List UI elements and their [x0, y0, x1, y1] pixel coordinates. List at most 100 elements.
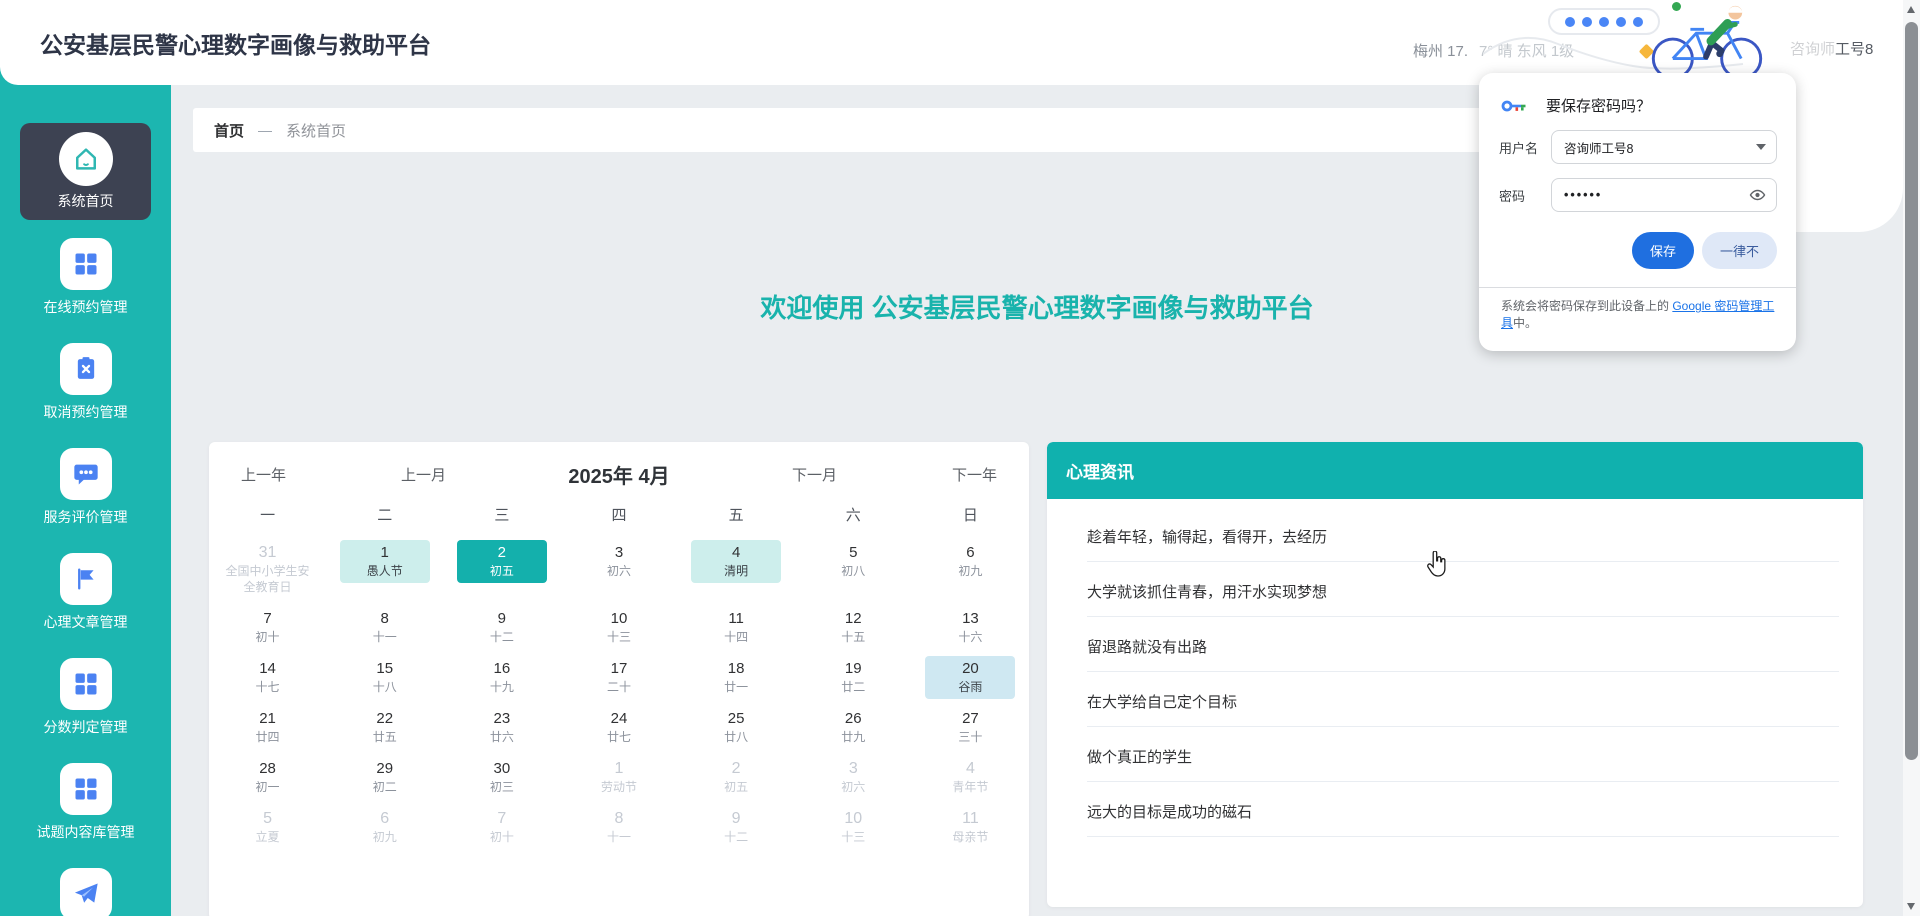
flag-icon [60, 553, 112, 605]
day-lunar-label: 初九 [340, 829, 430, 845]
news-item[interactable]: 趁着年轻，输得起，看得开，去经历 [1087, 507, 1839, 562]
calendar-day-cell[interactable]: 9十二 [678, 804, 795, 860]
username-select[interactable]: 咨询师工号8 [1551, 130, 1777, 164]
day-lunar-label: 廿二 [808, 679, 898, 695]
day-lunar-label: 廿九 [808, 729, 898, 745]
news-item[interactable]: 在大学给自己定个目标 [1087, 672, 1839, 727]
calendar-day-content: 3初六 [808, 756, 898, 799]
calendar-day-cell[interactable]: 6初九 [912, 538, 1029, 604]
day-number: 19 [808, 659, 898, 679]
grid-icon [60, 763, 112, 815]
day-number: 11 [925, 809, 1015, 829]
breadcrumb-home[interactable]: 首页 [214, 120, 244, 141]
calendar-day-cell[interactable]: 25廿八 [678, 704, 795, 754]
calendar-day-content: 17二十 [574, 656, 664, 699]
scrollbar-up-arrow[interactable] [1907, 6, 1915, 13]
calendar-day-cell[interactable]: 22廿五 [326, 704, 443, 754]
news-item[interactable]: 远大的目标是成功的磁石 [1087, 782, 1839, 837]
cyclist-illustration [1632, 0, 1782, 82]
news-item[interactable]: 留退路就没有出路 [1087, 617, 1839, 672]
calendar-day-cell[interactable]: 9十二 [443, 604, 560, 654]
eye-icon[interactable] [1749, 188, 1766, 202]
calendar-day-cell[interactable]: 3初六 [795, 754, 912, 804]
calendar-day-cell[interactable]: 10十三 [560, 604, 677, 654]
calendar-day-cell[interactable]: 4青年节 [912, 754, 1029, 804]
calendar-day-cell[interactable]: 17二十 [560, 654, 677, 704]
calendar-day-cell[interactable]: 3初六 [560, 538, 677, 604]
calendar-day-cell[interactable]: 2初五 [443, 538, 560, 604]
sidebar-item-取消预约管理[interactable]: 取消预约管理 [0, 343, 171, 422]
calendar-day-cell[interactable]: 7初十 [443, 804, 560, 860]
calendar-next-month-button[interactable]: 下一月 [792, 464, 837, 485]
calendar-next-year-button[interactable]: 下一年 [952, 464, 997, 485]
calendar-day-cell[interactable]: 29初二 [326, 754, 443, 804]
calendar-day-cell[interactable]: 13十六 [912, 604, 1029, 654]
sidebar-item-在线预约管理[interactable]: 在线预约管理 [0, 238, 171, 317]
calendar-day-content: 11十四 [691, 606, 781, 649]
calendar-day-content: 27三十 [925, 706, 1015, 749]
day-number: 30 [457, 759, 547, 779]
calendar-day-cell[interactable]: 8十一 [560, 804, 677, 860]
save-button[interactable]: 保存 [1632, 232, 1694, 269]
calendar-day-cell[interactable]: 18廿一 [678, 654, 795, 704]
calendar-day-cell[interactable]: 21廿四 [209, 704, 326, 754]
calendar-day-cell[interactable]: 28初一 [209, 754, 326, 804]
calendar-day-cell[interactable]: 30初三 [443, 754, 560, 804]
day-number: 26 [808, 709, 898, 729]
calendar-day-cell[interactable]: 15十八 [326, 654, 443, 704]
news-item[interactable]: 大学就该抓住青春，用汗水实现梦想 [1087, 562, 1839, 617]
calendar-day-cell[interactable]: 1愚人节 [326, 538, 443, 604]
calendar-day-cell[interactable]: 10十三 [795, 804, 912, 860]
weekday-label: 日 [912, 504, 1029, 538]
scrollbar-thumb[interactable] [1905, 22, 1918, 760]
current-user[interactable]: 咨询师工号8 [1790, 38, 1873, 59]
calendar-day-cell[interactable]: 27三十 [912, 704, 1029, 754]
day-lunar-label: 十四 [691, 629, 781, 645]
current-user-suffix: 工号8 [1835, 41, 1873, 58]
calendar-day-cell[interactable]: 14十七 [209, 654, 326, 704]
calendar-day-cell[interactable]: 19廿二 [795, 654, 912, 704]
day-lunar-label: 初十 [457, 829, 547, 845]
calendar-day-cell[interactable]: 2初五 [678, 754, 795, 804]
calendar-day-cell[interactable]: 6初九 [326, 804, 443, 860]
calendar-day-cell[interactable]: 11母亲节 [912, 804, 1029, 860]
calendar-day-cell[interactable]: 24廿七 [560, 704, 677, 754]
news-title: 心理资讯 [1066, 458, 1134, 483]
google-key-icon [1501, 98, 1528, 114]
sidebar-item-心理文章管理[interactable]: 心理文章管理 [0, 553, 171, 632]
calendar-day-cell[interactable]: 16十九 [443, 654, 560, 704]
sidebar-item-服务评价管理[interactable]: 服务评价管理 [0, 448, 171, 527]
calendar-day-content: 6初九 [340, 806, 430, 849]
calendar-day-cell[interactable]: 23廿六 [443, 704, 560, 754]
breadcrumb-separator: — [258, 122, 272, 138]
calendar-grid: 31全国中小学生安全教育日1愚人节2初五3初六4清明5初八6初九7初十8十一9十… [209, 538, 1029, 860]
calendar-day-cell[interactable]: 31全国中小学生安全教育日 [209, 538, 326, 604]
calendar-day-cell[interactable]: 4清明 [678, 538, 795, 604]
calendar-day-cell[interactable]: 11十四 [678, 604, 795, 654]
calendar-day-cell[interactable]: 12十五 [795, 604, 912, 654]
calendar-day-content: 9十二 [691, 806, 781, 849]
sidebar-item-试题内容库管理[interactable]: 试题内容库管理 [0, 763, 171, 842]
sidebar-item-系统首页[interactable]: 系统首页 [20, 123, 151, 220]
scrollbar-down-arrow[interactable] [1907, 903, 1915, 910]
calendar-day-cell[interactable]: 5初八 [795, 538, 912, 604]
never-button[interactable]: 一律不 [1702, 232, 1777, 269]
calendar-day-cell[interactable]: 7初十 [209, 604, 326, 654]
calendar-day-cell[interactable]: 26廿九 [795, 704, 912, 754]
calendar-day-content: 4青年节 [925, 756, 1015, 799]
calendar-day-cell[interactable]: 1劳动节 [560, 754, 677, 804]
sidebar-item-分数判定管理[interactable]: 分数判定管理 [0, 658, 171, 737]
sidebar-item-label: 服务评价管理 [0, 507, 171, 527]
day-number: 5 [808, 543, 898, 563]
calendar-day-content: 30初三 [457, 756, 547, 799]
calendar-day-cell[interactable]: 20谷雨 [912, 654, 1029, 704]
calendar-day-cell[interactable]: 8十一 [326, 604, 443, 654]
sidebar-item-more[interactable] [0, 868, 171, 916]
day-number: 10 [808, 809, 898, 829]
calendar-day-content: 14十七 [223, 656, 313, 699]
calendar-day-cell[interactable]: 5立夏 [209, 804, 326, 860]
chevron-down-icon[interactable] [1756, 144, 1766, 150]
news-item[interactable]: 做个真正的学生 [1087, 727, 1839, 782]
password-field[interactable]: •••••• [1551, 178, 1777, 212]
calendar-day-content: 22廿五 [340, 706, 430, 749]
